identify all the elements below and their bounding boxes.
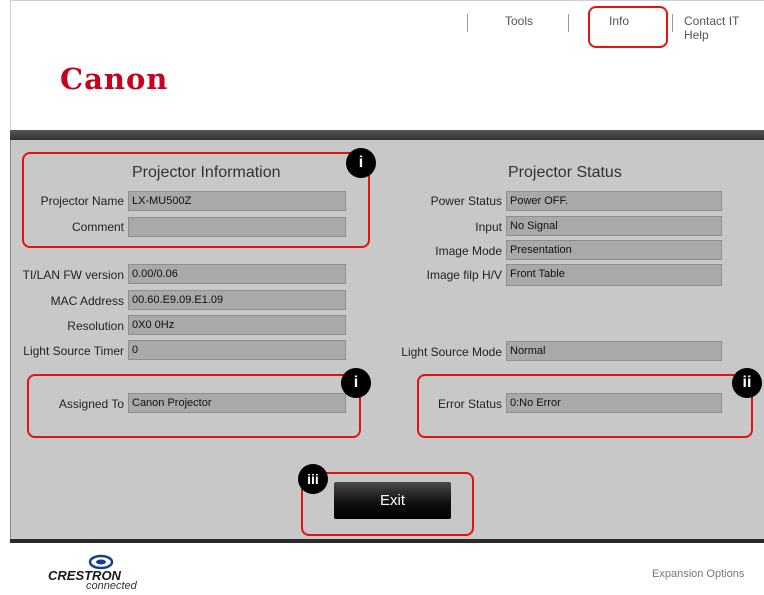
badge-ii: ii (732, 368, 762, 398)
image-mode-label: Image Mode (435, 244, 502, 258)
image-flip-label: Image filp H/V (426, 268, 502, 282)
badge-i: i (341, 368, 371, 398)
power-status-field: Power OFF. (506, 191, 722, 211)
nav-separator (467, 14, 468, 32)
footer-dark-bar (10, 539, 764, 543)
light-source-mode-field: Normal (506, 341, 722, 361)
light-source-mode-label: Light Source Mode (401, 345, 502, 359)
nav-tools[interactable]: Tools (505, 14, 533, 28)
projector-status-title: Projector Status (508, 164, 622, 181)
badge-i: i (346, 148, 376, 178)
assigned-to-highlight (27, 374, 361, 438)
image-flip-field: Front Table (506, 264, 722, 286)
input-field: No Signal (506, 216, 722, 236)
fw-version-field: 0.00/0.06 (128, 264, 346, 284)
nav-separator (672, 14, 673, 32)
crestron-connected: connected (86, 580, 137, 592)
header-top-divider (10, 0, 764, 1)
mac-address-label: MAC Address (50, 294, 124, 308)
info-highlight (588, 6, 668, 48)
error-status-highlight (417, 374, 753, 438)
expansion-options-link[interactable]: Expansion Options (652, 568, 744, 580)
nav-separator (568, 14, 569, 32)
header-dark-bar (10, 130, 764, 140)
nav-contact-it-help[interactable]: Contact IT Help (684, 14, 764, 42)
exit-button[interactable]: Exit (334, 482, 451, 519)
light-source-timer-label: Light Source Timer (23, 344, 124, 358)
panel-border (10, 140, 11, 542)
resolution-label: Resolution (67, 319, 124, 333)
badge-iii: iii (298, 464, 328, 494)
light-source-timer-field: 0 (128, 340, 346, 360)
image-mode-field: Presentation (506, 240, 722, 260)
crestron-logo: CRESTRON connected (46, 550, 166, 592)
projector-info-highlight (22, 152, 370, 248)
mac-address-field: 00.60.E9.09.E1.09 (128, 290, 346, 310)
header-left-divider (10, 0, 11, 130)
power-status-label: Power Status (430, 194, 502, 208)
input-label: Input (475, 220, 502, 234)
resolution-field: 0X0 0Hz (128, 315, 346, 335)
fw-version-label: TI/LAN FW version (22, 268, 124, 282)
canon-logo: Canon (60, 62, 169, 96)
